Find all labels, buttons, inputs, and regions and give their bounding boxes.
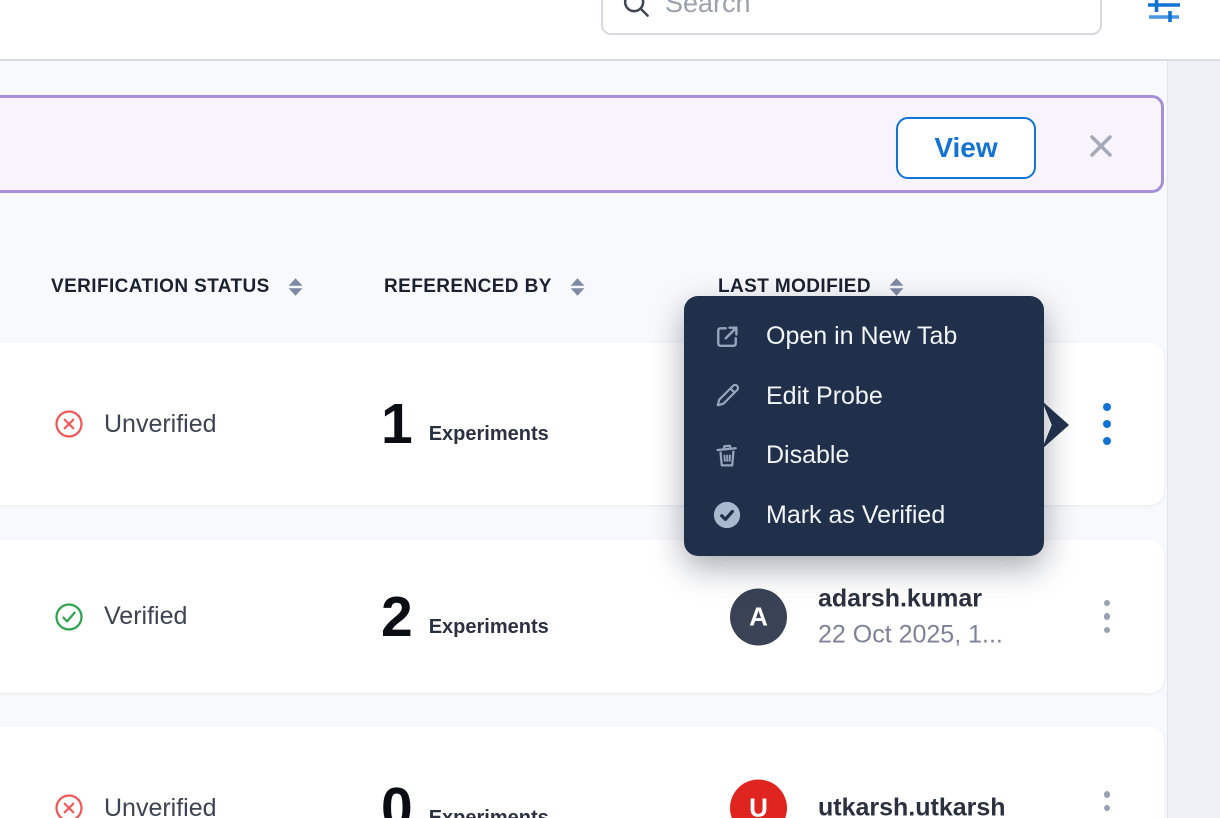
sort-icon [288,278,303,296]
right-margin-strip [1167,61,1220,818]
status-label: Verified [104,602,187,631]
top-bar [0,0,1220,61]
banner-close-button[interactable] [1083,129,1119,165]
row-actions-button-active[interactable] [1088,393,1126,455]
check-circle-icon [712,500,742,530]
menu-item-label: Mark as Verified [766,501,945,530]
experiment-count: 0 [381,781,413,818]
user-avatar: A [730,588,787,645]
status-label: Unverified [104,794,217,818]
verification-status-cell: Unverified [54,409,217,439]
column-label: REFERENCED BY [384,276,552,298]
probes-table-page: View VERIFICATION STATUS REFERENCED BY L… [0,0,1220,818]
sort-icon [889,278,904,296]
search-box[interactable] [601,0,1102,35]
menu-item-open-in-new-tab[interactable]: Open in New Tab [684,307,1044,367]
experiment-unit-label: Experiments [429,807,549,818]
menu-item-label: Disable [766,441,849,470]
table-row[interactable]: Unverified 0 Experiments U utkarsh.utkar… [0,727,1164,818]
table-row[interactable]: Verified 2 Experiments A adarsh.kumar 22… [0,540,1164,693]
search-input[interactable] [665,0,1100,19]
column-header-verification-status[interactable]: VERIFICATION STATUS [51,272,303,302]
modified-by-username: utkarsh.utkarsh [818,794,1006,818]
experiment-count: 1 [381,397,413,451]
pencil-icon [712,381,742,411]
sort-icon [570,278,585,296]
trash-icon [712,441,742,471]
last-modified-cell: U utkarsh.utkarsh [730,780,1006,818]
user-avatar: U [730,780,787,818]
menu-item-label: Edit Probe [766,382,883,411]
menu-item-disable[interactable]: Disable [684,426,1044,486]
unverified-x-circle-icon [54,409,84,439]
column-label: LAST MODIFIED [718,276,871,298]
view-button[interactable]: View [896,117,1036,179]
filter-button[interactable] [1146,0,1182,22]
row-actions-context-menu: Open in New Tab Edit Probe Disable [684,296,1044,556]
modified-date: 22 Oct 2025, 1... [818,620,1003,649]
modified-info: adarsh.kumar 22 Oct 2025, 1... [818,584,1003,649]
experiment-count: 2 [381,589,413,643]
menu-item-label: Open in New Tab [766,322,957,351]
verified-check-circle-icon [54,602,84,632]
notification-banner: View [0,95,1164,193]
referenced-by-cell: 2 Experiments [381,589,549,643]
referenced-by-cell: 0 Experiments [381,781,549,818]
experiment-unit-label: Experiments [429,423,549,451]
external-link-icon [712,322,742,352]
referenced-by-cell: 1 Experiments [381,397,549,451]
column-label: VERIFICATION STATUS [51,276,270,298]
menu-item-mark-as-verified[interactable]: Mark as Verified [684,486,1044,546]
row-actions-button[interactable] [1088,777,1126,818]
verification-status-cell: Unverified [54,793,217,818]
row-actions-button[interactable] [1088,586,1126,648]
modified-info: utkarsh.utkarsh [818,794,1006,818]
unverified-x-circle-icon [54,793,84,818]
close-x-icon [1084,129,1118,163]
menu-item-edit-probe[interactable]: Edit Probe [684,367,1044,427]
status-label: Unverified [104,410,217,439]
search-icon [621,0,651,19]
last-modified-cell: A adarsh.kumar 22 Oct 2025, 1... [730,584,1003,649]
experiment-unit-label: Experiments [429,616,549,644]
verification-status-cell: Verified [54,602,187,632]
filter-sliders-icon [1146,0,1182,22]
modified-by-username: adarsh.kumar [818,584,1003,613]
column-header-referenced-by[interactable]: REFERENCED BY [384,272,585,302]
